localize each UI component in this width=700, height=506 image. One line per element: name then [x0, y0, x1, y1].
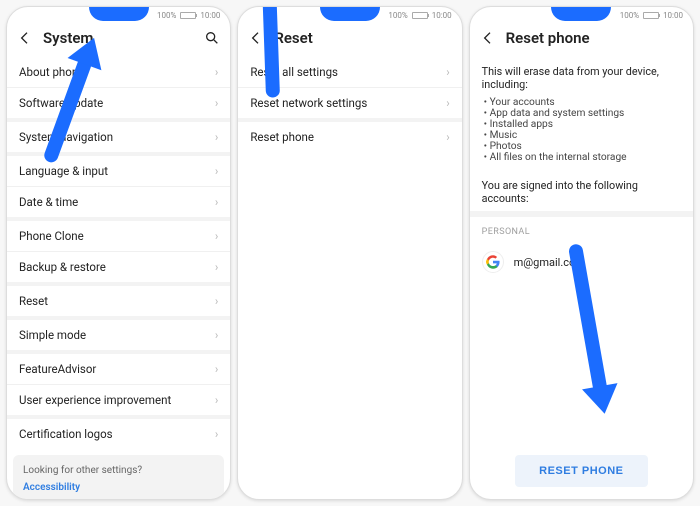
row-label: System navigation: [19, 130, 113, 144]
row-language-input[interactable]: Language & input ›: [7, 156, 230, 186]
intro-text: This will erase data from your device, i…: [470, 57, 693, 97]
page-title: System: [43, 29, 194, 47]
row-label: Reset: [19, 294, 48, 308]
row-label: Reset phone: [250, 130, 314, 144]
battery-text: 100%: [620, 11, 639, 20]
row-label: User experience improvement: [19, 393, 171, 407]
page-title: Reset phone: [506, 29, 683, 47]
chevron-right-icon: ›: [215, 260, 218, 274]
bullet-item: Your accounts: [484, 97, 681, 108]
row-reset-network[interactable]: Reset network settings ›: [238, 88, 461, 118]
row-simple-mode[interactable]: Simple mode ›: [7, 320, 230, 350]
row-certification-logos[interactable]: Certification logos ›: [7, 419, 230, 449]
page-title: Reset: [274, 29, 451, 47]
row-label: Software update: [19, 96, 103, 110]
personal-label: PERSONAL: [470, 211, 693, 241]
row-about-phone[interactable]: About phone ›: [7, 57, 230, 87]
header: System: [7, 23, 230, 57]
content: About phone › Software update › System nav…: [7, 57, 230, 499]
header: Reset phone: [470, 23, 693, 57]
chevron-right-icon: ›: [215, 427, 218, 441]
row-reset-all-settings[interactable]: Reset all settings ›: [238, 57, 461, 87]
back-icon[interactable]: [480, 30, 496, 46]
chevron-right-icon: ›: [446, 65, 449, 79]
clock: 10:00: [200, 11, 220, 20]
chevron-right-icon: ›: [215, 65, 218, 79]
notch: [320, 6, 380, 21]
row-reset-phone[interactable]: Reset phone ›: [238, 122, 461, 152]
chevron-right-icon: ›: [215, 328, 218, 342]
row-label: About phone: [19, 65, 84, 79]
footer-link-accessibility[interactable]: Accessibility: [23, 482, 214, 493]
screen-reset: 100% 10:00 Reset Reset all settings › Res…: [237, 6, 462, 500]
signed-in-text: You are signed into the following accoun…: [470, 171, 693, 211]
chevron-right-icon: ›: [215, 195, 218, 209]
content: Reset all settings › Reset network settin…: [238, 57, 461, 499]
back-icon[interactable]: [248, 30, 264, 46]
row-featureadvisor[interactable]: FeatureAdvisor ›: [7, 354, 230, 384]
account-row[interactable]: m@gmail.com: [470, 241, 693, 287]
back-icon[interactable]: [17, 30, 33, 46]
battery-text: 100%: [388, 11, 407, 20]
chevron-right-icon: ›: [215, 294, 218, 308]
bullet-item: Photos: [484, 141, 681, 152]
row-user-experience[interactable]: User experience improvement ›: [7, 385, 230, 415]
row-label: Phone Clone: [19, 229, 84, 243]
bullet-item: Installed apps: [484, 119, 681, 130]
battery-icon: [643, 12, 659, 19]
battery-icon: [412, 12, 428, 19]
screen-reset-phone: 100% 10:00 Reset phone This will erase d…: [469, 6, 694, 500]
row-label: Backup & restore: [19, 260, 106, 274]
battery-icon: [180, 12, 196, 19]
notch: [551, 6, 611, 21]
notch: [89, 6, 149, 21]
search-icon[interactable]: [204, 30, 220, 46]
footer-hint: Looking for other settings?: [23, 465, 142, 476]
row-system-navigation[interactable]: System navigation ›: [7, 122, 230, 152]
content: This will erase data from your device, i…: [470, 57, 693, 499]
row-label: Simple mode: [19, 328, 86, 342]
chevron-right-icon: ›: [446, 96, 449, 110]
footer-card: Looking for other settings? Accessibilit…: [13, 455, 224, 499]
row-label: Certification logos: [19, 427, 113, 441]
chevron-right-icon: ›: [215, 229, 218, 243]
row-label: Date & time: [19, 195, 78, 209]
row-software-update[interactable]: Software update ›: [7, 88, 230, 118]
clock: 10:00: [432, 11, 452, 20]
battery-text: 100%: [157, 11, 176, 20]
row-date-time[interactable]: Date & time ›: [7, 187, 230, 217]
header: Reset: [238, 23, 461, 57]
account-email: m@gmail.com: [514, 256, 585, 269]
row-label: Reset all settings: [250, 65, 338, 79]
row-label: Reset network settings: [250, 96, 367, 110]
row-phone-clone[interactable]: Phone Clone ›: [7, 221, 230, 251]
row-label: FeatureAdvisor: [19, 362, 96, 376]
bullet-item: Music: [484, 130, 681, 141]
screen-system: 100% 10:00 System About phone › Software …: [6, 6, 231, 500]
chevron-right-icon: ›: [215, 362, 218, 376]
chevron-right-icon: ›: [215, 164, 218, 178]
chevron-right-icon: ›: [446, 130, 449, 144]
row-reset[interactable]: Reset ›: [7, 286, 230, 316]
chevron-right-icon: ›: [215, 96, 218, 110]
chevron-right-icon: ›: [215, 130, 218, 144]
bullet-item: App data and system settings: [484, 108, 681, 119]
row-backup-restore[interactable]: Backup & restore ›: [7, 252, 230, 282]
button-bar: RESET PHONE: [470, 443, 693, 499]
bullet-list: Your accounts App data and system settin…: [470, 97, 693, 171]
bullet-item: All files on the internal storage: [484, 152, 681, 163]
google-icon: [482, 251, 504, 273]
reset-phone-button[interactable]: RESET PHONE: [515, 455, 647, 487]
row-label: Language & input: [19, 164, 108, 178]
chevron-right-icon: ›: [215, 393, 218, 407]
clock: 10:00: [663, 11, 683, 20]
